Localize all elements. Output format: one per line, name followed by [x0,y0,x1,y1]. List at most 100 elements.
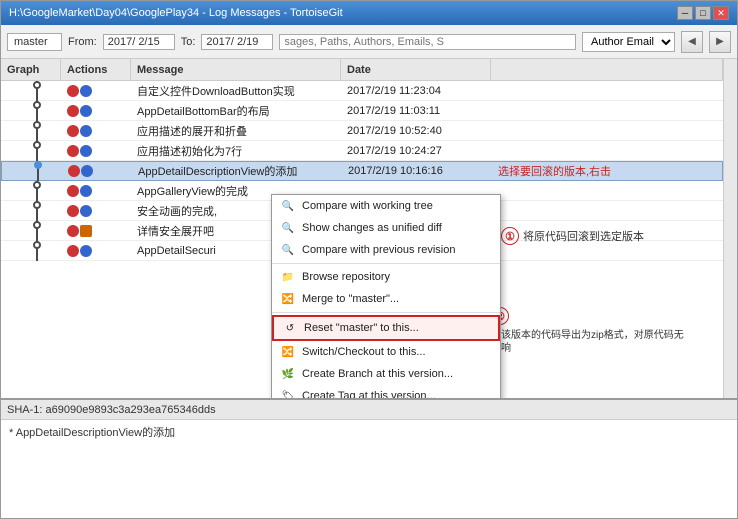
menu-merge[interactable]: 🔀 Merge to "master"... [272,288,500,310]
actions-cell [61,204,131,218]
actions-cell [61,224,131,238]
action-icon-blue [80,125,92,137]
header-graph: Graph [1,59,61,80]
menu-reset[interactable]: ↺ Reset "master" to this... [272,315,500,341]
main-window: H:\GoogleMarket\Day04\GooglePlay34 - Log… [0,0,738,519]
create-branch-icon: 🌿 [280,366,296,382]
nav-prev-button[interactable]: ◀ [681,31,703,53]
filter-dropdown[interactable]: Author Email [582,32,675,52]
date-cell: 2017/2/19 11:23:04 [341,84,491,98]
to-label: To: [181,36,196,48]
header-date: Date [341,59,491,80]
extra-cell [491,190,723,192]
annotation-1-number: ① [501,227,519,245]
extra-cell: 选择要回滚的版本,右击 [492,162,722,180]
action-icon-red [67,205,79,217]
sha-label: SHA-1: a69090e9893c3a293ea765346dds [7,404,216,416]
date-cell [341,190,491,192]
graph-cell [1,100,61,122]
extra-cell [491,130,723,132]
search-input[interactable] [279,34,576,50]
action-icon-red [67,145,79,157]
action-icon-blue [80,85,92,97]
actions-cell [62,164,132,178]
nav-next-button[interactable]: ▶ [709,31,731,53]
menu-label: Browse repository [302,271,390,283]
graph-cell [1,220,61,242]
menu-label: Reset "master" to this... [304,322,419,334]
action-icon-red [68,165,80,177]
graph-cell [2,160,62,182]
actions-cell [61,124,131,138]
graph-cell [1,120,61,142]
toolbar: master From: To: Author Email ◀ ▶ [1,25,737,59]
menu-label: Show changes as unified diff [302,222,442,234]
compare-prev-icon: 🔍 [280,242,296,258]
table-row[interactable]: 应用描述的展开和折叠 2017/2/19 10:52:40 [1,121,723,141]
annotation-2-text: 将该版本的代码导出为zip格式，对原代码无影响 [491,329,691,355]
actions-cell [61,144,131,158]
menu-show-unified[interactable]: 🔍 Show changes as unified diff [272,217,500,239]
actions-cell [61,84,131,98]
extra-cell [491,90,723,92]
window-title: H:\GoogleMarket\Day04\GooglePlay34 - Log… [9,7,343,19]
to-date-input[interactable] [201,34,273,50]
table-row[interactable]: AppDetailDescriptionView的添加 2017/2/19 10… [1,161,723,181]
graph-cell [1,240,61,262]
close-button[interactable]: ✕ [713,6,729,20]
reset-icon: ↺ [282,320,298,336]
action-icon-red [67,245,79,257]
menu-switch[interactable]: 🔀 Switch/Checkout to this... [272,341,500,363]
log-table-header: Graph Actions Message Date [1,59,723,81]
action-icon-red [67,125,79,137]
menu-create-tag[interactable]: 🏷 Create Tag at this version... [272,385,500,398]
table-row[interactable]: 自定义控件DownloadButton实现 2017/2/19 11:23:04 [1,81,723,101]
menu-label: Compare with previous revision [302,244,455,256]
message-cell: 自定义控件DownloadButton实现 [131,82,341,100]
menu-compare-prev[interactable]: 🔍 Compare with previous revision [272,239,500,261]
browse-repo-icon: 📁 [280,269,296,285]
message-cell: AppDetailBottomBar的布局 [131,102,341,120]
title-bar: H:\GoogleMarket\Day04\GooglePlay34 - Log… [1,1,737,25]
scrollbar[interactable] [723,59,737,398]
action-icon-blue [80,105,92,117]
annotation-1-text: 将原代码回滚到选定版本 [523,228,644,244]
from-label: From: [68,36,97,48]
actions-cell [61,244,131,258]
from-date-input[interactable] [103,34,175,50]
minimize-button[interactable]: ─ [677,6,693,20]
action-icon-blue [80,245,92,257]
menu-create-branch[interactable]: 🌿 Create Branch at this version... [272,363,500,385]
window-controls: ─ □ ✕ [677,6,729,20]
graph-cell [1,140,61,162]
menu-browse-repo[interactable]: 📁 Browse repository [272,266,500,288]
menu-label: Create Branch at this version... [302,368,453,380]
show-unified-icon: 🔍 [280,220,296,236]
separator [272,312,500,313]
maximize-button[interactable]: □ [695,6,711,20]
main-content: Graph Actions Message Date [1,59,737,398]
message-cell: 应用描述初始化为7行 [131,142,341,160]
action-icon-blue [80,205,92,217]
menu-compare-working[interactable]: 🔍 Compare with working tree [272,195,500,217]
date-cell: 2017/2/19 10:24:27 [341,144,491,158]
date-cell: 2017/2/19 10:52:40 [341,124,491,138]
commit-message-area: * AppDetailDescriptionView的添加 [1,420,737,518]
table-row[interactable]: 应用描述初始化为7行 2017/2/19 10:24:27 [1,141,723,161]
sha-bar: SHA-1: a69090e9893c3a293ea765346dds [1,400,737,420]
action-icon-blue [80,145,92,157]
table-row[interactable]: AppDetailBottomBar的布局 2017/2/19 11:03:11 [1,101,723,121]
header-message: Message [131,59,341,80]
menu-label: Switch/Checkout to this... [302,346,426,358]
action-icon-red [67,185,79,197]
message-cell: AppDetailDescriptionView的添加 [132,162,342,180]
annotation-2: ② 将该版本的代码导出为zip格式，对原代码无影响 [491,307,691,355]
menu-label: Compare with working tree [302,200,433,212]
action-icon-red [67,85,79,97]
actions-cell [61,184,131,198]
annotation-1: ① 将原代码回滚到选定版本 [501,227,644,245]
graph-cell [1,200,61,222]
bottom-panel: SHA-1: a69090e9893c3a293ea765346dds * Ap… [1,398,737,518]
header-actions: Actions [61,59,131,80]
message-cell: 应用描述的展开和折叠 [131,122,341,140]
